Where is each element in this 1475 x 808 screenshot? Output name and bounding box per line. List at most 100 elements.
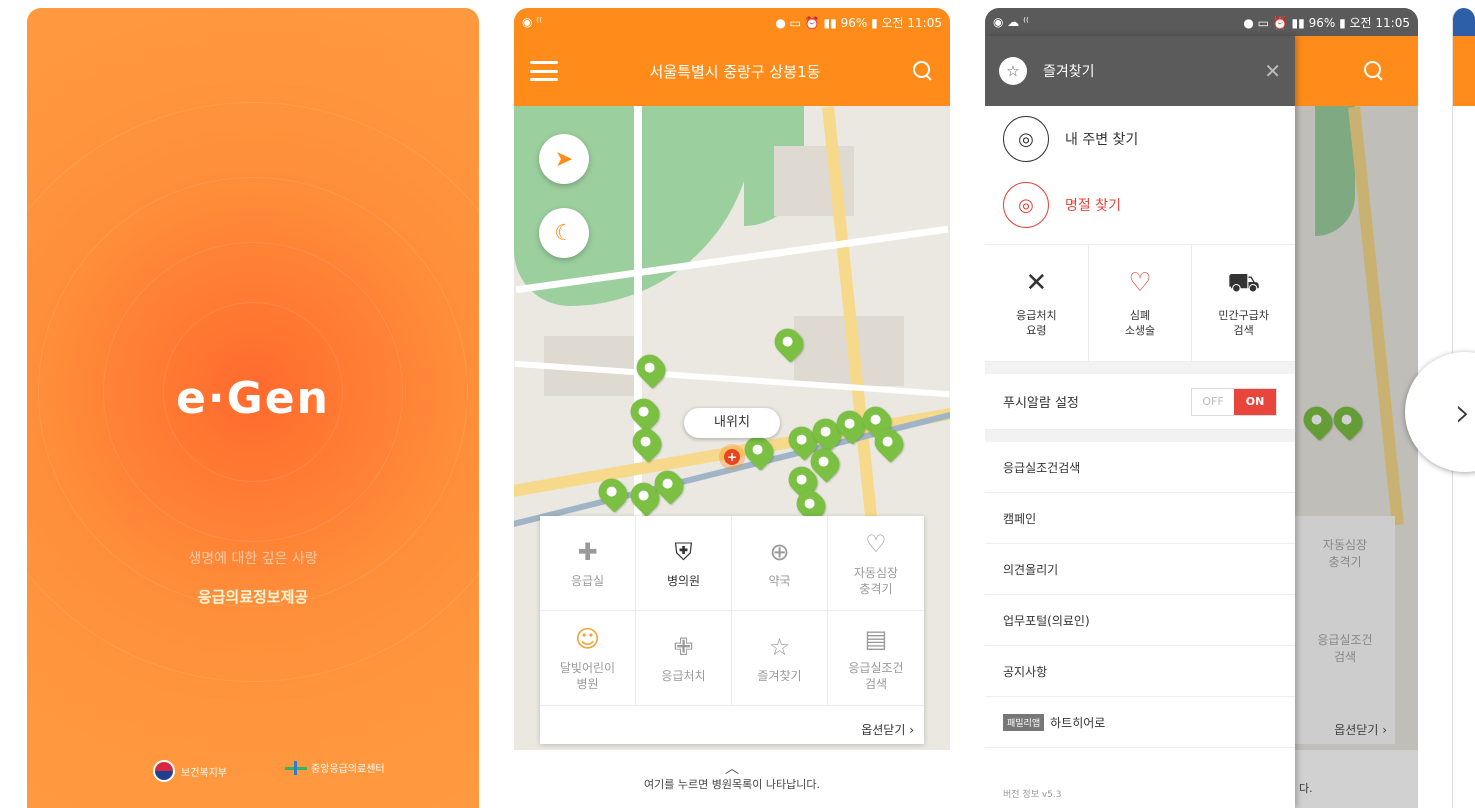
status-bar: ◉ ☁ ⁽⁽ ● ▭ ⏰ ▮▮ 96% ▮ 오전 11:05 bbox=[985, 8, 1418, 36]
grid-item-label: 병의원 bbox=[666, 574, 701, 588]
hint-text: 여기를 누르면 병원목록이 나타납니다. bbox=[644, 778, 820, 791]
status-bar: ◉ ⁽⁽ ● ▭ ⏰ ▮▮ 96% ▮ 오전 11:05 bbox=[514, 8, 950, 36]
location-person-icon: ◎ bbox=[1003, 182, 1049, 228]
grid-item-first-aid[interactable]: ✙ 응급처치 bbox=[636, 611, 732, 706]
slogan-line2: 응급의료정보제공 bbox=[197, 588, 309, 606]
push-alarm-label: 푸시알람 설정 bbox=[1003, 396, 1079, 411]
toggle-on[interactable]: ON bbox=[1234, 388, 1276, 415]
status-icons: ● ▭ ⏰ ▮▮ bbox=[775, 15, 841, 30]
first-aid-guide-button[interactable]: ✕ 응급처치 요령 bbox=[985, 245, 1089, 361]
drawer-scrim[interactable] bbox=[1295, 106, 1418, 808]
family-app-tag: 패밀리앱 bbox=[1003, 713, 1045, 731]
nearby-search-item[interactable]: ◎ 내 주변 찾기 bbox=[985, 106, 1295, 172]
cross-marker-icon: + bbox=[724, 449, 740, 465]
holiday-search-item[interactable]: ◎ 명절 찾기 bbox=[985, 172, 1295, 238]
defibrillator-icon: ♡ bbox=[865, 530, 887, 558]
menu-item-feedback[interactable]: 의견올리기 bbox=[985, 544, 1295, 595]
moon-child-icon: ☺ bbox=[574, 625, 601, 653]
grid-item-label: 즐겨찾기 bbox=[757, 669, 802, 683]
chevron-right-icon: › bbox=[1455, 390, 1471, 436]
first-aid-kit-icon: ✙ bbox=[673, 633, 694, 661]
status-right: ● ▭ ⏰ ▮▮ 96% ▮ 오전 11:05 bbox=[1243, 14, 1410, 31]
drawer-screen: ◉ ☁ ⁽⁽ ● ▭ ⏰ ▮▮ 96% ▮ 오전 11:05 자동심장 충격기 … bbox=[985, 8, 1418, 808]
app-bar bbox=[1453, 36, 1475, 106]
favorites-title[interactable]: 즐겨찾기 bbox=[1043, 61, 1264, 81]
map-pin[interactable] bbox=[625, 393, 665, 433]
nearby-search-label: 내 주변 찾기 bbox=[1065, 132, 1139, 148]
toggle-off[interactable]: OFF bbox=[1192, 389, 1234, 415]
battery-level: 96% bbox=[1308, 15, 1336, 30]
menu-item-family-app[interactable]: 패밀리앱 하트히어로 bbox=[985, 697, 1295, 748]
emc-name: 중앙응급의료센터 bbox=[311, 764, 385, 775]
drawer-menu: 응급실조건검색 캠페인 의견올리기 업무포털(의료인) 공지사항 패밀리앱 하트… bbox=[985, 442, 1295, 748]
tool-label: 민간구급차 검색 bbox=[1218, 309, 1269, 337]
grid-item-label: 응급실조건 검색 bbox=[848, 661, 904, 691]
status-right: ● ▭ ⏰ ▮▮ 96% ▮ 오전 11:05 bbox=[775, 14, 942, 31]
map-screen: ◉ ⁽⁽ ● ▭ ⏰ ▮▮ 96% ▮ 오전 11:05 서울특별시 중랑구 상… bbox=[514, 8, 950, 808]
ministry-name: 보건복지부 bbox=[181, 767, 227, 779]
location-title[interactable]: 서울특별시 중랑구 상봉1동 bbox=[650, 61, 821, 82]
night-mode-button[interactable]: ☾ bbox=[539, 208, 589, 258]
hospital-list-handle[interactable]: ︿ 여기를 누르면 병원목록이 나타납니다. bbox=[514, 750, 950, 808]
holiday-search-label: 명절 찾기 bbox=[1065, 198, 1121, 214]
cpr-button[interactable]: ♡ 심폐 소생술 bbox=[1089, 245, 1193, 361]
tools-row: ✕ 응급처치 요령 ♡ 심폐 소생술 ⛟ 민간구급차 검색 bbox=[985, 244, 1295, 362]
grid-item-label: 자동심장 충격기 bbox=[853, 566, 899, 596]
emc-logo: 중앙응급의료센터 bbox=[285, 760, 385, 775]
battery-level: 96% bbox=[840, 15, 868, 30]
grid-item-emergency-room[interactable]: ✚ 응급실 bbox=[540, 516, 636, 611]
my-location-bubble[interactable]: 내위치 bbox=[684, 408, 780, 438]
battery-icon: ▮ bbox=[871, 15, 878, 30]
grid-item-defibrillator[interactable]: ♡ 자동심장 충격기 bbox=[828, 516, 924, 611]
category-grid: ✚ 응급실 ⛨ 병의원 ⊕ 약국 ♡ 자동심장 충격기 ☺ 달빛어린이 병원 ✙… bbox=[540, 516, 924, 744]
family-app-label: 하트히어로 bbox=[1050, 715, 1106, 730]
ministry-logo: 보건복지부 bbox=[153, 760, 227, 782]
app-logo-text: e·Gen bbox=[176, 372, 330, 424]
navigation-drawer: ☆ 즐겨찾기 ✕ ◎ 내 주변 찾기 ◎ 명절 찾기 ✕ 응급처치 요령 ♡ 심… bbox=[985, 36, 1295, 808]
search-icon[interactable] bbox=[1363, 60, 1385, 82]
slogan-line1: 생명에 대한 깊은 사랑 bbox=[188, 551, 318, 567]
moon-icon: ☾ bbox=[554, 220, 574, 246]
locate-me-button[interactable]: ➤ bbox=[539, 134, 589, 184]
app-logo: e·Gen bbox=[27, 363, 479, 433]
grid-item-label: 달빛어린이 병원 bbox=[559, 661, 616, 691]
grid-item-favorites[interactable]: ☆ 즐겨찾기 bbox=[732, 611, 828, 706]
grid-item-er-condition[interactable]: ▤ 응급실조건 검색 bbox=[828, 611, 924, 706]
menu-icon[interactable] bbox=[530, 61, 558, 81]
er-condition-icon: ▤ bbox=[864, 625, 888, 653]
my-location-marker: + bbox=[719, 444, 745, 470]
status-left-icons: ◉ ⁽⁽ bbox=[522, 15, 543, 29]
section-divider bbox=[985, 430, 1295, 442]
menu-item-notice[interactable]: 공지사항 bbox=[985, 646, 1295, 697]
grid-item-pharmacy[interactable]: ⊕ 약국 bbox=[732, 516, 828, 611]
taeguk-icon bbox=[153, 760, 175, 782]
pharmacy-icon: ⊕ bbox=[769, 538, 790, 566]
star-icon: ☆ bbox=[768, 633, 791, 661]
status-icons: ● ▭ ⏰ ▮▮ bbox=[1243, 15, 1309, 30]
menu-item-medical-portal[interactable]: 업무포털(의료인) bbox=[985, 595, 1295, 646]
search-icon[interactable] bbox=[912, 60, 934, 82]
chevron-up-icon: ︿ bbox=[725, 761, 739, 777]
menu-item-er-condition[interactable]: 응급실조건검색 bbox=[985, 442, 1295, 493]
location-person-icon: ◎ bbox=[1003, 116, 1049, 162]
grid-item-label: 약국 bbox=[768, 574, 791, 588]
clock: 오전 11:05 bbox=[881, 15, 942, 30]
splash-screen: e·Gen 생명에 대한 깊은 사랑 응급의료정보제공 보건복지부 중앙응급의료… bbox=[27, 8, 479, 808]
emergency-room-icon: ✚ bbox=[577, 538, 598, 566]
status-left-icons: ◉ ☁ ⁽⁽ bbox=[993, 15, 1029, 29]
emc-cross-icon bbox=[285, 760, 307, 775]
close-icon[interactable]: ✕ bbox=[1264, 59, 1281, 83]
grid-item-hospital[interactable]: ⛨ 병의원 bbox=[636, 516, 732, 611]
heart-hands-icon: ♡ bbox=[1128, 268, 1152, 298]
status-bar bbox=[1453, 8, 1475, 36]
menu-item-campaign[interactable]: 캠페인 bbox=[985, 493, 1295, 544]
grid-item-moon-child[interactable]: ☺ 달빛어린이 병원 bbox=[540, 611, 636, 706]
push-alarm-toggle[interactable]: OFF ON bbox=[1191, 387, 1277, 416]
push-alarm-row: 푸시알람 설정 OFF ON bbox=[985, 374, 1295, 430]
star-icon: ☆ bbox=[999, 57, 1027, 85]
version-info: 버전 정보 v5.3 bbox=[1003, 790, 1062, 800]
tool-label: 응급처치 요령 bbox=[1016, 309, 1057, 337]
close-options-button[interactable]: 옵션닫기 › bbox=[861, 721, 914, 738]
private-ambulance-button[interactable]: ⛟ 민간구급차 검색 bbox=[1192, 245, 1295, 361]
ambulance-icon: ⛟ bbox=[1227, 268, 1261, 298]
